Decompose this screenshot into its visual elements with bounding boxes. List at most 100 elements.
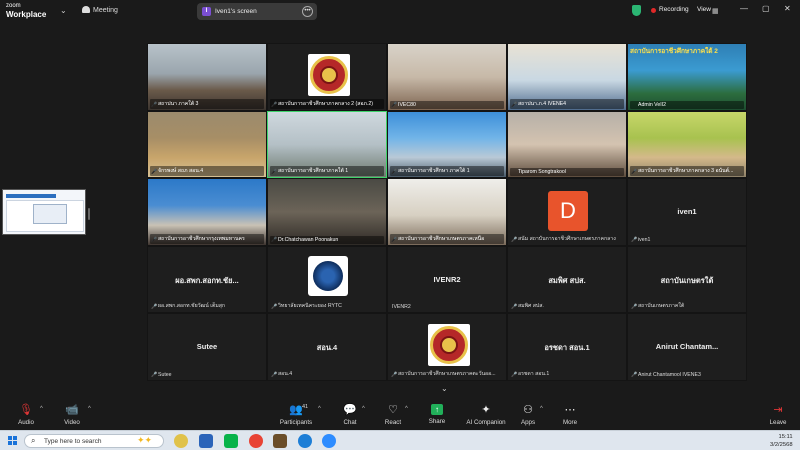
video-tile-active-speaker[interactable]: 🎤 สถาบันการอาชีวศึกษาภาคใต้ 1 (267, 110, 387, 179)
thumbnail-resize-handle[interactable] (88, 208, 90, 220)
chrome-icon[interactable] (249, 434, 263, 448)
video-tile[interactable]: 🎤 สถาบันการอาชีวศึกษา ภาคใต้ 1 (387, 110, 507, 179)
recording-label[interactable]: Recording (659, 6, 689, 13)
thumbnail-header (6, 194, 56, 198)
participants-button[interactable]: 👥 41 Participants (274, 404, 318, 426)
ai-companion-label: AI Companion (466, 419, 506, 426)
leave-button[interactable]: ⇥ Leave (756, 404, 800, 426)
minimize-icon[interactable]: — (740, 4, 748, 13)
video-options-caret-icon[interactable]: ^ (88, 406, 91, 412)
ai-companion-button[interactable]: ✦ AI Companion (460, 404, 512, 426)
participants-caret-icon[interactable]: ^ (318, 406, 321, 412)
video-tile[interactable]: 🎤 สถาบันการอาชีวศึกษาภาคกลาง 2 (สอภ.2) (267, 43, 387, 111)
institute-emblem (308, 54, 350, 96)
emblem-seal-icon (310, 56, 348, 94)
participant-name: สถาบันการอาชีวศึกษาเกษตรภาคตะวันออ... (398, 370, 496, 377)
video-tile[interactable]: IVENR2 IVENR2 (387, 245, 507, 314)
video-tile[interactable]: ผอ.สพก.สอกท.ชัย... 🎤 ผอ.สพก.สอกท.ชัยวัฒน… (147, 245, 267, 314)
chat-caret-icon[interactable]: ^ (362, 406, 365, 412)
close-icon[interactable]: ✕ (784, 4, 791, 13)
video-tile[interactable]: สถาบันเกษตรใต้ 🎤 สถาบันเกษตรภาคใต้ (627, 245, 747, 314)
participant-name: Tiparom Songtrakool (510, 168, 624, 177)
participant-name: Admin VeII2 (630, 100, 744, 109)
participant-display-name: Sutee (196, 342, 218, 352)
sparkle-icon: ✦ (481, 404, 491, 416)
clock-date: 3/2/2568 (770, 442, 793, 448)
meeting-toolbar: 🎙 Audio ^ 📹 Video ^ 👥 41 Participants ^ … (0, 400, 800, 430)
zoom-taskbar-icon[interactable] (322, 434, 336, 448)
recording-dot-icon (651, 8, 656, 13)
share-screen-icon: ↑ (431, 404, 443, 415)
meeting-menu[interactable]: Meeting (82, 6, 118, 14)
chat-button[interactable]: 💬 Chat (328, 404, 372, 426)
video-tile[interactable]: 🎤 สถาปนา.ภ.4 IVENE4 (507, 43, 627, 111)
maximize-icon[interactable]: ▢ (762, 4, 770, 13)
participant-name: Sutee (158, 371, 172, 378)
clock-time: 15:11 (778, 434, 793, 440)
more-button[interactable]: ⋯ More (548, 404, 592, 426)
line-app-icon[interactable] (224, 434, 238, 448)
chat-icon: 💬 (343, 404, 357, 416)
shared-screen-thumbnail[interactable] (2, 189, 86, 235)
video-tile[interactable]: 🎤 สถาปนา ภาคใต้ 3 (147, 43, 267, 111)
participant-display-name: ผอ.สพก.สอกท.ชัย... (175, 275, 239, 285)
video-tile[interactable]: สอน.4 🎤 สอน.4 (267, 313, 387, 381)
video-tile[interactable]: สมพิศ สปส. 🎤 สมพิศ สปส. (507, 245, 627, 314)
video-tile[interactable]: 🎤 สถาบันการอาชีวศึกษาเกษตรภาคเหนือ (387, 178, 507, 246)
system-clock[interactable]: 15:11 3/2/2568 (770, 433, 793, 449)
avatar: D (548, 191, 588, 232)
copilot-sparkle-icon[interactable]: ✦✦ (137, 435, 152, 446)
screen-share-indicator[interactable]: I Iven1's screen ••• (197, 3, 317, 20)
video-tile[interactable]: สถาบันการอาชีวศึกษาภาคใต้ 2 Admin VeII2 (627, 43, 747, 111)
share-button[interactable]: ↑ Share (415, 404, 459, 425)
participant-display-name: สถาบันเกษตรใต้ (660, 275, 714, 285)
react-caret-icon[interactable]: ^ (405, 406, 408, 412)
video-tile[interactable]: Tiparom Songtrakool (507, 110, 627, 179)
video-tile[interactable]: iven1 🎤 iven1 (627, 178, 747, 246)
chevron-down-icon[interactable]: ⌄ (60, 6, 67, 15)
taskbar-app-icon[interactable] (199, 434, 213, 448)
participant-name: Dr.Chatchawan Poonakun (270, 235, 384, 244)
leave-label: Leave (769, 419, 787, 426)
participant-name: ผอ.สพก.สอกท.ชัยวัฒน์ เต็มสุก (158, 303, 226, 310)
react-button[interactable]: ♡ React (371, 404, 415, 426)
windows-start-icon[interactable] (8, 436, 18, 446)
view-grid-icon[interactable]: ▦ (712, 7, 719, 15)
apps-button[interactable]: ⚇ Apps (506, 404, 550, 426)
video-tile[interactable]: 🎤 จักรพงษ์ สถภ สอน.4 (147, 110, 267, 179)
participant-name: วิทยาลัยเทคนิคระยอง RYTC (278, 303, 342, 310)
apps-caret-icon[interactable]: ^ (540, 406, 543, 412)
participant-name: สมพิศ สปส. (518, 303, 544, 310)
participant-name: สนัม สถาบันการอาชีวศึกษาเกษตรภาคกลาง (518, 235, 616, 242)
participant-name: สถาบันการอาชีวศึกษาภาคกลาง 2 (สอภ.2) (270, 98, 384, 109)
more-options-icon[interactable]: ••• (302, 6, 313, 17)
security-shield-icon[interactable] (632, 5, 641, 16)
zoom-logo[interactable]: zoom Workplace (6, 3, 54, 19)
more-icon: ⋯ (564, 404, 576, 416)
file-explorer-icon[interactable] (273, 434, 287, 448)
participant-display-name: Anirut Chantam... (655, 342, 719, 352)
view-label[interactable]: View (697, 6, 711, 13)
video-tile[interactable]: 🎤 Dr.Chatchawan Poonakun (267, 178, 387, 246)
video-tile[interactable]: 🎤 สถาบันการอาชีวศึกษากรุงเทพมหานคร (147, 178, 267, 246)
video-tile[interactable]: 🎤 IVEC80 (387, 43, 507, 111)
video-tile[interactable]: D 🎤 สนัม สถาบันการอาชีวศึกษาเกษตรภาคกลาง (507, 178, 627, 246)
chat-label: Chat (343, 419, 357, 426)
video-tile[interactable]: Sutee 🎤 Sutee (147, 313, 267, 381)
institute-emblem (428, 324, 470, 367)
collapse-chevron-icon[interactable]: ⌄ (441, 384, 448, 393)
video-tile[interactable]: 🎤 วิทยาลัยเทคนิคระยอง RYTC (267, 245, 387, 314)
apps-icon: ⚇ (523, 404, 533, 416)
video-tile[interactable]: 🎤 สถาบันการอาชีวศึกษาภาคกลาง 3 อนันต์... (627, 110, 747, 179)
video-tile[interactable]: อรชดา สอน.1 🎤 อรชดา สอน.1 (507, 313, 627, 381)
chrome-canary-icon[interactable] (174, 434, 188, 448)
audio-options-caret-icon[interactable]: ^ (40, 406, 43, 412)
video-tile[interactable]: 🎤 สถาบันการอาชีวศึกษาเกษตรภาคตะวันออ... (387, 313, 507, 381)
participant-name: สถาบันการอาชีวศึกษาเกษตรภาคเหนือ (390, 233, 504, 244)
participant-display-name: สอน.4 (316, 343, 338, 353)
sharer-badge: I (202, 7, 211, 16)
participant-name: สถาบันการอาชีวศึกษาภาคกลาง 3 อนันต์... (630, 166, 744, 177)
video-tile[interactable]: Anirut Chantam... 🎤 Anirut Chantamool IV… (627, 313, 747, 381)
edge-icon[interactable] (298, 434, 312, 448)
participant-display-name: สมพิศ สปส. (548, 275, 586, 285)
